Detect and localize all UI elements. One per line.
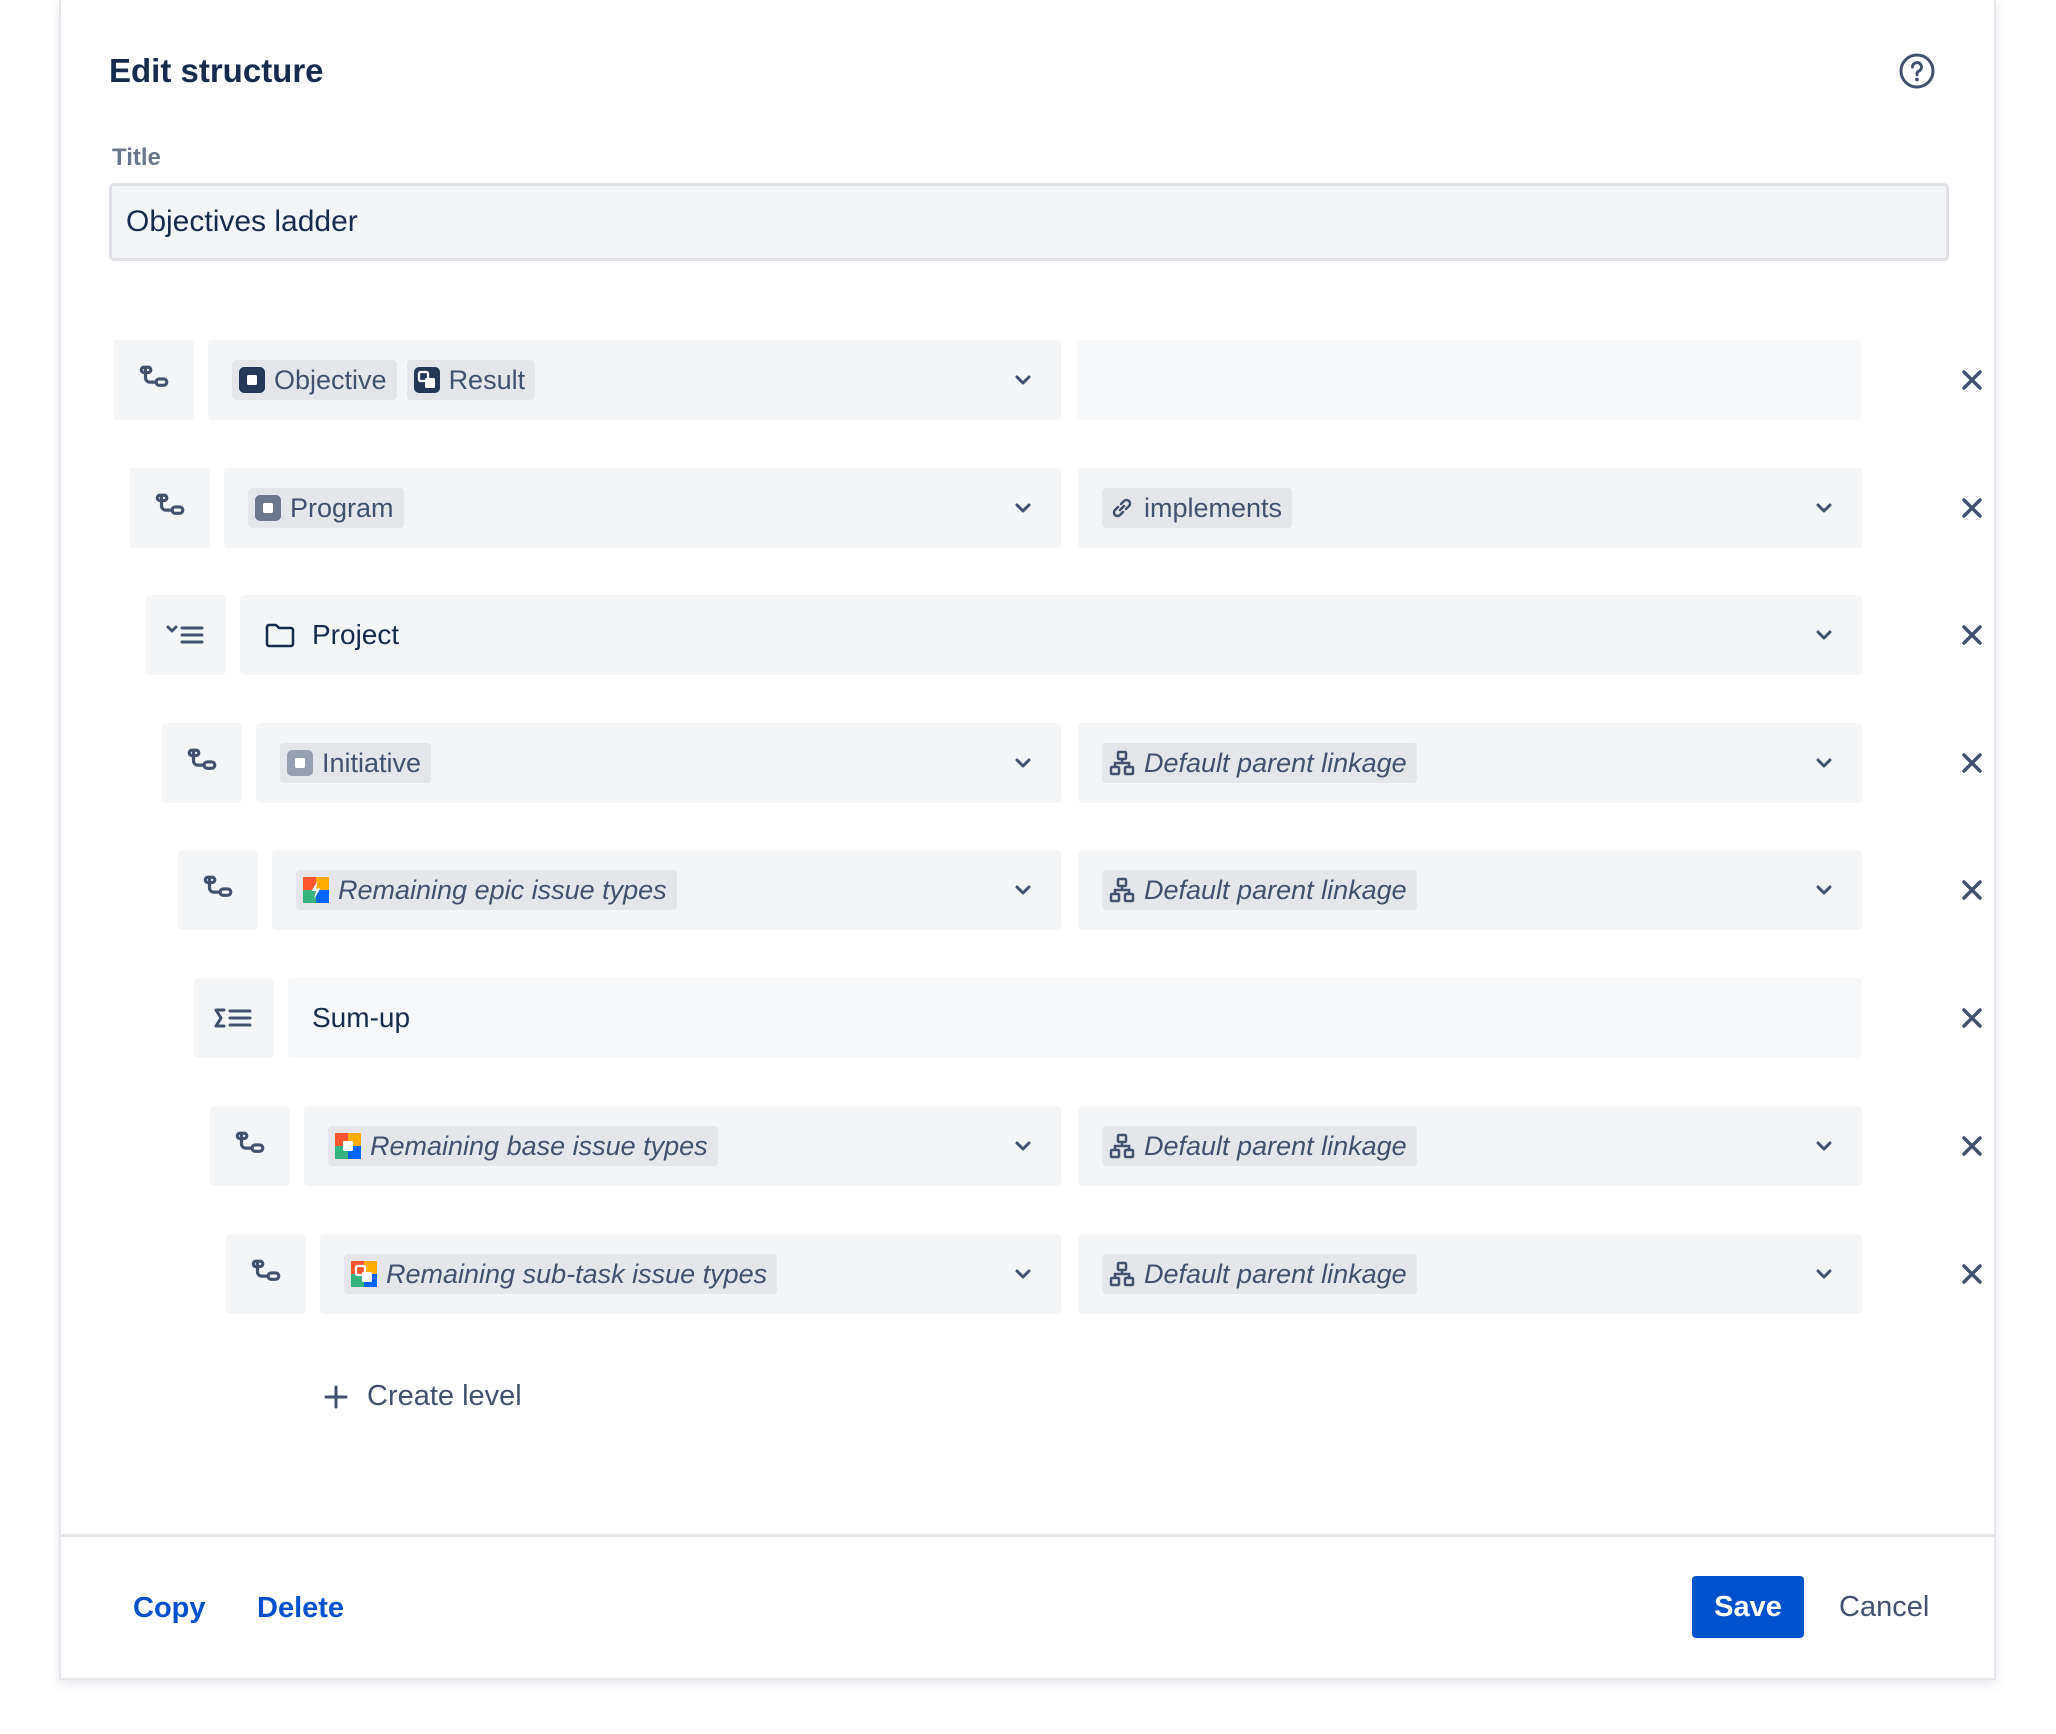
grouping-icon: [166, 625, 204, 644]
relation-select[interactable]: Default parent linkage: [1078, 723, 1862, 803]
program-type-icon: [255, 495, 281, 521]
issue-type-chip: Objective: [232, 360, 397, 400]
parent-linkage-icon: [1108, 876, 1136, 904]
issue-type-select[interactable]: Objective Result: [208, 340, 1061, 420]
hierarchy-icon: [185, 746, 219, 780]
chevron-down-icon: [1011, 751, 1035, 775]
issue-type-select[interactable]: Initiative: [256, 723, 1061, 803]
hierarchy-icon: [249, 1257, 283, 1291]
create-level-label: Create level: [367, 1380, 522, 1412]
issue-type-select[interactable]: Remaining base issue types: [304, 1106, 1061, 1186]
delete-button[interactable]: Delete: [257, 1592, 344, 1625]
relation-select[interactable]: Default parent linkage: [1078, 1106, 1862, 1186]
plus-icon: [324, 1385, 348, 1408]
level-handle[interactable]: [130, 468, 210, 548]
issue-type-select[interactable]: Program: [224, 468, 1061, 548]
help-circle-icon[interactable]: [1898, 52, 1936, 90]
chevron-down-icon: [1812, 1134, 1836, 1158]
close-icon[interactable]: [1954, 1000, 1990, 1036]
parent-linkage-icon: [1108, 749, 1136, 777]
hierarchy-icon: [153, 491, 187, 525]
relation-select[interactable]: Default parent linkage: [1078, 850, 1862, 930]
save-button[interactable]: Save: [1692, 1576, 1804, 1638]
close-icon[interactable]: [1954, 1256, 1990, 1292]
level-handle[interactable]: [146, 595, 226, 675]
chevron-down-icon: [1011, 1262, 1035, 1286]
create-level-button[interactable]: Create level: [323, 1380, 522, 1413]
cancel-button[interactable]: Cancel: [1831, 1576, 1937, 1638]
result-type-icon: [413, 367, 440, 393]
level-handle[interactable]: [178, 850, 258, 930]
epic-types-icon: [303, 877, 329, 903]
sum-up-field: Sum-up: [288, 978, 1862, 1058]
relation-select[interactable]: implements: [1078, 468, 1862, 548]
close-icon[interactable]: [1954, 1128, 1990, 1164]
title-input[interactable]: [109, 183, 1949, 261]
grouping-select[interactable]: Project: [240, 595, 1862, 675]
hierarchy-icon: [137, 363, 171, 397]
issue-type-chip: Remaining epic issue types: [296, 870, 677, 910]
close-icon[interactable]: [1954, 490, 1990, 526]
issue-type-chip: Remaining sub-task issue types: [344, 1254, 778, 1294]
relation-chip: Default parent linkage: [1102, 743, 1417, 783]
relation-chip: implements: [1102, 488, 1293, 528]
relation-chip: Default parent linkage: [1102, 1254, 1417, 1294]
dialog-title: Edit structure: [109, 52, 324, 89]
close-icon[interactable]: [1954, 362, 1990, 398]
chevron-down-icon: [1812, 878, 1836, 902]
footer-divider: [61, 1534, 1994, 1537]
level-handle[interactable]: [226, 1234, 306, 1314]
folder-icon: [265, 623, 295, 648]
chevron-down-icon: [1812, 623, 1836, 647]
hierarchy-icon: [201, 873, 235, 907]
level-handle[interactable]: [194, 978, 274, 1058]
issue-type-select[interactable]: Remaining sub-task issue types: [320, 1234, 1061, 1314]
close-icon[interactable]: [1954, 872, 1990, 908]
title-field-label: Title: [112, 144, 161, 171]
close-icon[interactable]: [1954, 617, 1990, 653]
relation-chip: Default parent linkage: [1102, 1126, 1417, 1166]
level-handle[interactable]: [210, 1106, 290, 1186]
chevron-down-icon: [1011, 368, 1035, 392]
subtask-types-icon: [351, 1261, 377, 1287]
edit-structure-dialog: Edit structure Title Objectives ladder O…: [59, 0, 1996, 1680]
link-icon: [1108, 494, 1136, 522]
chevron-down-icon: [1812, 1262, 1836, 1286]
chevron-down-icon: [1812, 751, 1836, 775]
issue-type-chip: Remaining base issue types: [328, 1126, 718, 1166]
issue-type-chip: Program: [248, 488, 404, 528]
relation-select-empty: [1078, 340, 1862, 420]
chevron-down-icon: [1812, 496, 1836, 520]
grouping-label: Project: [312, 619, 400, 650]
parent-linkage-icon: [1108, 1132, 1136, 1160]
sum-up-label: Sum-up: [312, 1002, 411, 1033]
relation-select[interactable]: Default parent linkage: [1078, 1234, 1862, 1314]
copy-button[interactable]: Copy: [133, 1592, 206, 1625]
parent-linkage-icon: [1108, 1260, 1136, 1288]
chevron-down-icon: [1011, 496, 1035, 520]
issue-type-chip: Result: [406, 360, 536, 400]
chevron-down-icon: [1011, 1134, 1035, 1158]
chevron-down-icon: [1011, 878, 1035, 902]
initiative-type-icon: [287, 750, 313, 776]
level-handle[interactable]: [162, 723, 242, 803]
hierarchy-icon: [233, 1129, 267, 1163]
level-handle[interactable]: [114, 340, 194, 420]
close-icon[interactable]: [1954, 745, 1990, 781]
issue-type-chip: Initiative: [280, 743, 432, 783]
objective-type-icon: [239, 367, 265, 393]
base-types-icon: [335, 1133, 361, 1159]
sum-icon: [214, 1008, 252, 1028]
relation-chip: Default parent linkage: [1102, 870, 1417, 910]
issue-type-select[interactable]: Remaining epic issue types: [272, 850, 1061, 930]
